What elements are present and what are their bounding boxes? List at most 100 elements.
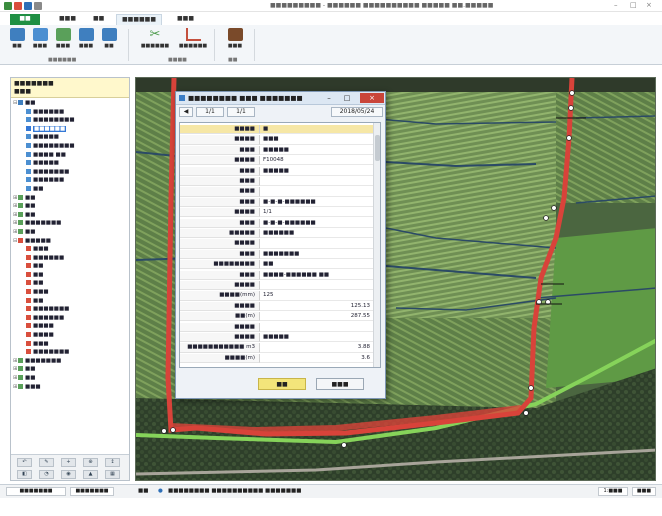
attribute-row[interactable]: ■■■ ■-■-■-■■■■■■ bbox=[180, 197, 374, 207]
attribute-row[interactable]: ■■■■(mm) 125 bbox=[180, 291, 374, 301]
attribute-row[interactable]: ■■■■■ ■■■■■■ bbox=[180, 229, 374, 239]
tree-item[interactable]: ■■■■■ bbox=[13, 133, 129, 142]
valve-node[interactable] bbox=[566, 135, 572, 141]
tree-item[interactable]: ⊞ ■■ bbox=[13, 211, 129, 220]
attribute-row[interactable]: ■■■■ bbox=[180, 281, 374, 291]
attribute-row[interactable]: ■■■■ ■■■ bbox=[180, 135, 374, 145]
attribute-value[interactable] bbox=[260, 177, 374, 187]
attribute-value[interactable]: 125 bbox=[260, 291, 374, 301]
tree-item[interactable]: ■■ bbox=[13, 185, 129, 194]
attribute-value[interactable]: ■■■■■■■ bbox=[260, 250, 374, 259]
layer-tool-button[interactable]: ▦ bbox=[105, 470, 120, 479]
attribute-value[interactable]: ■■■■■ bbox=[260, 146, 374, 155]
attribute-row[interactable]: ■■■■ ■ bbox=[180, 125, 374, 135]
layer-tool-button[interactable]: ▲ bbox=[83, 470, 98, 479]
attribute-value[interactable]: 1/1 bbox=[260, 208, 374, 218]
attribute-row[interactable]: ■■■ bbox=[180, 177, 374, 187]
attribute-value[interactable]: ■■■■-■■■■■■ ■■ bbox=[260, 271, 374, 280]
attribute-value[interactable] bbox=[260, 281, 374, 291]
dialog-close-text-button[interactable]: ■■■ bbox=[316, 378, 364, 390]
attribute-row[interactable]: ■■(m) 287.55 bbox=[180, 312, 374, 322]
dialog-title-bar[interactable]: ■■■■■■■■ ■■■ ■■■■■■■ – □ × bbox=[176, 92, 385, 105]
tree-item[interactable]: ■■■ bbox=[13, 288, 129, 297]
attribute-row[interactable]: ■■■■■■■■■■■ m3 3.88 bbox=[180, 343, 374, 353]
tree-item[interactable]: ■■■■■■ bbox=[13, 254, 129, 263]
attribute-value[interactable]: ■-■-■-■■■■■■ bbox=[260, 198, 374, 207]
valve-node[interactable] bbox=[543, 215, 549, 221]
attribute-value[interactable]: 287.55 bbox=[260, 312, 374, 322]
valve-node[interactable] bbox=[161, 428, 167, 434]
attribute-row[interactable]: ■■■■ bbox=[180, 322, 374, 332]
layer-edit-button[interactable]: ■■■ bbox=[52, 28, 74, 56]
close-window-button[interactable]: × bbox=[646, 1, 652, 9]
tree-item[interactable]: ■■■■■■■ bbox=[13, 168, 129, 177]
attribute-value[interactable]: ■■ bbox=[260, 260, 374, 270]
attribute-value[interactable]: ■-■-■-■■■■■■ bbox=[260, 219, 374, 228]
attribute-row[interactable]: ■■■■ bbox=[180, 239, 374, 249]
valve-node[interactable] bbox=[551, 205, 557, 211]
layer-tool-button[interactable]: ↶ bbox=[17, 458, 32, 467]
attribute-value[interactable] bbox=[260, 239, 374, 249]
tree-item[interactable]: ⊞ ■■ bbox=[13, 202, 129, 211]
tree-item[interactable]: ⊞ ■■ bbox=[13, 374, 129, 383]
tree-item[interactable]: ■■ bbox=[13, 262, 129, 271]
tab-view[interactable]: ■■ bbox=[88, 14, 109, 25]
tree-item[interactable]: ⊟ ■■■■■ bbox=[13, 237, 129, 246]
quick-access-icon[interactable] bbox=[24, 2, 32, 10]
attribute-row[interactable]: ■■■ ■■■■-■■■■■■ ■■ bbox=[180, 270, 374, 280]
record-index-field[interactable]: 1/1 bbox=[196, 107, 224, 117]
layer-tool-button[interactable]: ↕ bbox=[105, 458, 120, 467]
valve-node[interactable] bbox=[170, 427, 176, 433]
dialog-maximize-button[interactable]: □ bbox=[341, 93, 353, 103]
minimize-button[interactable]: – bbox=[614, 1, 618, 9]
tree-item[interactable]: ■■■■ bbox=[13, 331, 129, 340]
prev-record-button[interactable]: ◀ bbox=[179, 107, 193, 117]
tree-item[interactable]: ⊞ ■■ bbox=[13, 194, 129, 203]
attribute-row[interactable]: ■■■ ■■■■■ bbox=[180, 166, 374, 176]
tree-item[interactable]: ■■■ bbox=[13, 245, 129, 254]
update-button[interactable]: ■■ bbox=[258, 378, 306, 390]
tool-button[interactable]: ■■■ bbox=[222, 28, 248, 56]
layer-tool-button[interactable]: ◉ bbox=[61, 470, 76, 479]
attribute-value[interactable] bbox=[260, 187, 374, 197]
attribute-scrollbar[interactable] bbox=[373, 123, 380, 367]
attribute-row[interactable]: ■■■ ■-■-■-■■■■■■ bbox=[180, 218, 374, 228]
quick-access-icon[interactable] bbox=[34, 2, 42, 10]
dialog-minimize-button[interactable]: – bbox=[323, 93, 335, 103]
tree-item[interactable]: ⊟ ■■ bbox=[13, 99, 129, 108]
quick-access-icon[interactable] bbox=[14, 2, 22, 10]
tree-item[interactable]: ■■■■■■ bbox=[13, 176, 129, 185]
tree-item[interactable]: ■■■■■■■■ bbox=[13, 116, 129, 125]
attribute-dialog[interactable]: ■■■■■■■■ ■■■ ■■■■■■■ – □ × ◀ 1/1 1/1 201… bbox=[175, 91, 386, 399]
table-button[interactable]: ■■ bbox=[98, 28, 120, 56]
tree-item[interactable]: ⊞ ■■ bbox=[13, 228, 129, 237]
attribute-grid[interactable]: ■■■■ ■ ■■■■ ■■■ ■■■ ■■■■■ ■■■■ F10048 ■■■ ■■■■■ ■■… bbox=[179, 122, 381, 368]
valve-node[interactable] bbox=[523, 410, 529, 416]
attribute-row[interactable]: ■■■ ■■■■■ bbox=[180, 145, 374, 155]
attribute-value[interactable]: ■ bbox=[260, 125, 374, 135]
attribute-value[interactable] bbox=[260, 323, 374, 332]
tree-item[interactable]: ⊞ ■■■ bbox=[13, 383, 129, 392]
attribute-value[interactable]: ■■■ bbox=[260, 135, 374, 145]
attribute-row[interactable]: ■■■ bbox=[180, 187, 374, 197]
attribute-row[interactable]: ■■■■ F10048 bbox=[180, 156, 374, 166]
tree-item[interactable]: ■■■■■■■ bbox=[13, 305, 129, 314]
tab-home[interactable]: ■■■ bbox=[54, 14, 81, 25]
tree-item[interactable]: ■■ bbox=[13, 279, 129, 288]
tab-help[interactable]: ■■■ bbox=[172, 14, 199, 25]
attribute-value[interactable]: 125.13 bbox=[260, 302, 374, 311]
chart-button[interactable]: ■■■■■■ bbox=[176, 28, 210, 56]
tree-item[interactable]: ■■■■■■ bbox=[13, 314, 129, 323]
tree-item[interactable]: ■■■■■■ bbox=[13, 108, 129, 117]
valve-node[interactable] bbox=[569, 90, 575, 96]
tab-file[interactable]: ■■ bbox=[10, 14, 40, 25]
dialog-close-button[interactable]: × bbox=[360, 93, 384, 103]
layer-tool-button[interactable]: ◧ bbox=[17, 470, 32, 479]
tree-item[interactable]: ■■ bbox=[13, 271, 129, 280]
valve-node[interactable] bbox=[341, 442, 347, 448]
scrollbar-thumb[interactable] bbox=[375, 135, 380, 161]
layer-button[interactable]: ■■■ bbox=[29, 28, 51, 56]
attribute-value[interactable]: F10048 bbox=[260, 156, 374, 166]
layer-tool-button[interactable]: + bbox=[61, 458, 76, 467]
layer-list-button[interactable]: ■■■ bbox=[75, 28, 97, 56]
